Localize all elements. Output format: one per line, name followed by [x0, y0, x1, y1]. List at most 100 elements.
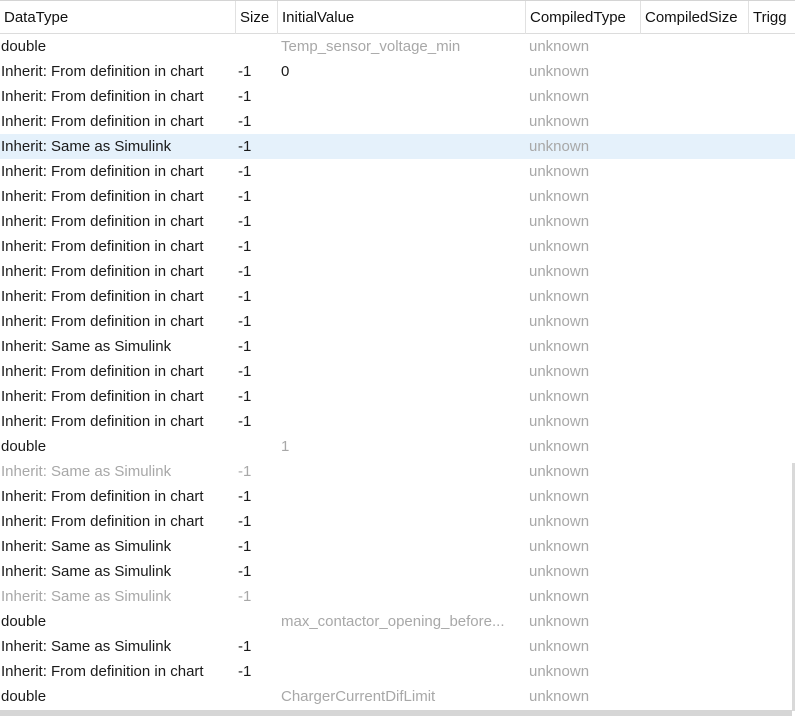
initialvalue-cell[interactable]	[281, 484, 526, 509]
size-cell[interactable]	[238, 609, 278, 634]
table-row[interactable]: Inherit: From definition in chart -1 unkno…	[0, 359, 795, 384]
compiledtype-cell[interactable]: unknown	[529, 484, 639, 509]
compiledtype-cell[interactable]: unknown	[529, 509, 639, 534]
datatype-cell[interactable]: double	[1, 34, 235, 59]
table-row[interactable]: Inherit: Same as Simulink -1 unknown	[0, 134, 795, 159]
datatype-cell[interactable]: Inherit: From definition in chart	[1, 384, 235, 409]
initialvalue-cell[interactable]	[281, 184, 526, 209]
initialvalue-cell[interactable]	[281, 134, 526, 159]
table-row[interactable]: Inherit: From definition in chart -1 unkno…	[0, 659, 795, 684]
compiledtype-cell[interactable]: unknown	[529, 159, 639, 184]
datatype-cell[interactable]: Inherit: Same as Simulink	[1, 334, 235, 359]
datatype-cell[interactable]: Inherit: From definition in chart	[1, 109, 235, 134]
compiledtype-cell[interactable]: unknown	[529, 259, 639, 284]
compiledtype-cell[interactable]: unknown	[529, 534, 639, 559]
datatype-cell[interactable]: Inherit: From definition in chart	[1, 309, 235, 334]
initialvalue-cell[interactable]	[281, 309, 526, 334]
initialvalue-cell[interactable]	[281, 209, 526, 234]
column-header-initialvalue[interactable]: InitialValue	[278, 1, 526, 34]
size-cell[interactable]: -1	[238, 659, 278, 684]
compiledtype-cell[interactable]: unknown	[529, 359, 639, 384]
datatype-cell[interactable]: Inherit: From definition in chart	[1, 59, 235, 84]
table-row[interactable]: Inherit: From definition in chart -1 unkno…	[0, 209, 795, 234]
compiledtype-cell[interactable]: unknown	[529, 334, 639, 359]
compiledtype-cell[interactable]: unknown	[529, 684, 639, 709]
size-cell[interactable]: -1	[238, 159, 278, 184]
compiledtype-cell[interactable]: unknown	[529, 659, 639, 684]
compiledtype-cell[interactable]: unknown	[529, 184, 639, 209]
compiledtype-cell[interactable]: unknown	[529, 459, 639, 484]
table-row[interactable]: Inherit: From definition in chart -1 0 unkn…	[0, 59, 795, 84]
size-cell[interactable]: -1	[238, 209, 278, 234]
datatype-cell[interactable]: Inherit: From definition in chart	[1, 509, 235, 534]
size-cell[interactable]: -1	[238, 259, 278, 284]
compiledtype-cell[interactable]: unknown	[529, 134, 639, 159]
table-row[interactable]: Inherit: From definition in chart -1 unkno…	[0, 84, 795, 109]
compiledtype-cell[interactable]: unknown	[529, 434, 639, 459]
size-cell[interactable]: -1	[238, 534, 278, 559]
size-cell[interactable]: -1	[238, 584, 278, 609]
table-row[interactable]: double 1 unknown	[0, 434, 795, 459]
size-cell[interactable]: -1	[238, 309, 278, 334]
datatype-cell[interactable]: Inherit: From definition in chart	[1, 234, 235, 259]
datatype-cell[interactable]: Inherit: From definition in chart	[1, 284, 235, 309]
datatype-cell[interactable]: Inherit: From definition in chart	[1, 359, 235, 384]
compiledtype-cell[interactable]: unknown	[529, 559, 639, 584]
table-row[interactable]: Inherit: Same as Simulink -1 unknown	[0, 634, 795, 659]
table-row[interactable]: double ChargerCurrentDifLimit unknown	[0, 684, 795, 709]
table-row[interactable]: Inherit: Same as Simulink -1 unknown	[0, 534, 795, 559]
datatype-cell[interactable]: Inherit: From definition in chart	[1, 409, 235, 434]
initialvalue-cell[interactable]	[281, 259, 526, 284]
initialvalue-cell[interactable]	[281, 659, 526, 684]
datatype-cell[interactable]: Inherit: From definition in chart	[1, 659, 235, 684]
size-cell[interactable]: -1	[238, 359, 278, 384]
size-cell[interactable]	[238, 34, 278, 59]
compiledtype-cell[interactable]: unknown	[529, 34, 639, 59]
compiledtype-cell[interactable]: unknown	[529, 384, 639, 409]
size-cell[interactable]: -1	[238, 134, 278, 159]
datatype-cell[interactable]: Inherit: From definition in chart	[1, 209, 235, 234]
datatype-cell[interactable]: double	[1, 684, 235, 709]
initialvalue-cell[interactable]: 0	[281, 59, 526, 84]
datatype-cell[interactable]: Inherit: From definition in chart	[1, 259, 235, 284]
compiledtype-cell[interactable]: unknown	[529, 84, 639, 109]
initialvalue-cell[interactable]	[281, 284, 526, 309]
table-row[interactable]: Inherit: From definition in chart -1 unkno…	[0, 184, 795, 209]
size-cell[interactable]: -1	[238, 284, 278, 309]
size-cell[interactable]: -1	[238, 559, 278, 584]
size-cell[interactable]	[238, 434, 278, 459]
initialvalue-cell[interactable]	[281, 84, 526, 109]
initialvalue-cell[interactable]	[281, 234, 526, 259]
column-header-compiledsize[interactable]: CompiledSize	[641, 1, 749, 34]
compiledtype-cell[interactable]: unknown	[529, 209, 639, 234]
initialvalue-cell[interactable]: 1	[281, 434, 526, 459]
initialvalue-cell[interactable]: Temp_sensor_voltage_min	[281, 34, 526, 59]
compiledtype-cell[interactable]: unknown	[529, 309, 639, 334]
size-cell[interactable]: -1	[238, 509, 278, 534]
table-row[interactable]: Inherit: Same as Simulink -1 unknown	[0, 459, 795, 484]
table-row[interactable]: double Temp_sensor_voltage_min unknown	[0, 34, 795, 59]
table-row[interactable]: Inherit: From definition in chart -1 unkno…	[0, 259, 795, 284]
initialvalue-cell[interactable]	[281, 509, 526, 534]
initialvalue-cell[interactable]	[281, 559, 526, 584]
table-row[interactable]: Inherit: Same as Simulink -1 unknown	[0, 559, 795, 584]
table-row[interactable]: Inherit: From definition in chart -1 unkno…	[0, 384, 795, 409]
table-row[interactable]: Inherit: From definition in chart -1 unkno…	[0, 309, 795, 334]
compiledtype-cell[interactable]: unknown	[529, 59, 639, 84]
table-row[interactable]: Inherit: From definition in chart -1 unkno…	[0, 284, 795, 309]
datatype-cell[interactable]: Inherit: Same as Simulink	[1, 634, 235, 659]
datatype-cell[interactable]: Inherit: From definition in chart	[1, 84, 235, 109]
initialvalue-cell[interactable]	[281, 409, 526, 434]
initialvalue-cell[interactable]	[281, 159, 526, 184]
initialvalue-cell[interactable]	[281, 584, 526, 609]
datatype-cell[interactable]: Inherit: From definition in chart	[1, 159, 235, 184]
initialvalue-cell[interactable]	[281, 634, 526, 659]
size-cell[interactable]	[238, 684, 278, 709]
datatype-cell[interactable]: Inherit: Same as Simulink	[1, 584, 235, 609]
table-row[interactable]: Inherit: Same as Simulink -1 unknown	[0, 584, 795, 609]
datatype-cell[interactable]: double	[1, 434, 235, 459]
initialvalue-cell[interactable]	[281, 334, 526, 359]
table-row[interactable]: double max_contactor_opening_before... unk…	[0, 609, 795, 634]
initialvalue-cell[interactable]	[281, 109, 526, 134]
column-header-size[interactable]: Size	[236, 1, 278, 34]
